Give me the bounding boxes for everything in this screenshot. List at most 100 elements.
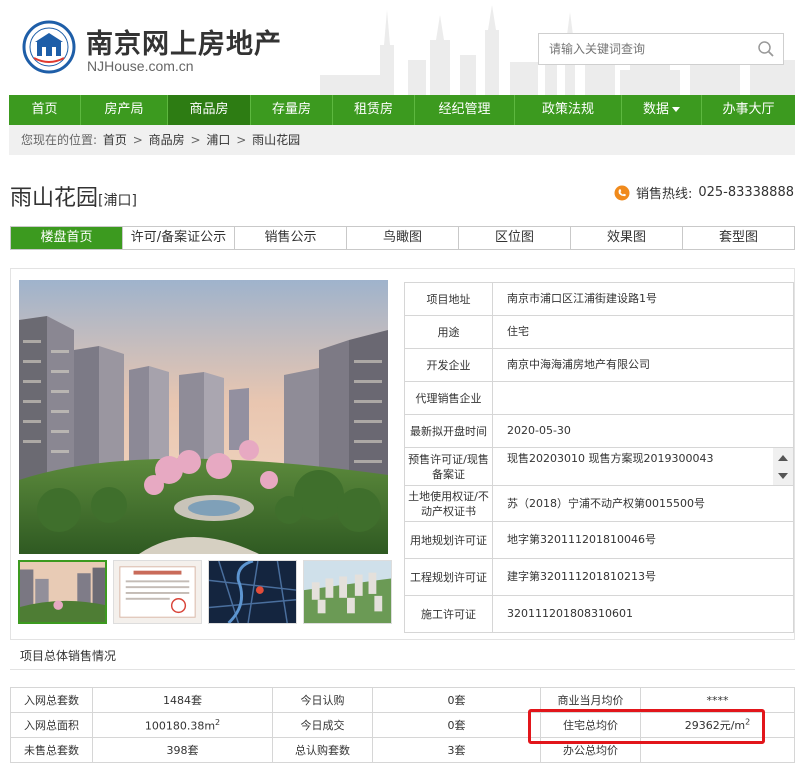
stat-label: 入网总套数 [10,687,93,713]
site-header: 南京网上房地产 NJHouse.com.cn [0,0,800,95]
page-title: 雨山花园[浦口] [10,180,137,212]
project-name: 雨山花园 [10,186,99,211]
info-label: 项目地址 [404,282,493,316]
breadcrumb-home[interactable]: 首页 [103,133,127,147]
info-label: 施工许可证 [404,595,493,633]
tab-project-home[interactable]: 楼盘首页 [11,227,123,249]
sales-summary-title: 项目总体销售情况 [20,649,117,663]
info-value: 现售20203010 现售方案现2019300043 [507,451,714,465]
info-row: 用地规划许可证 地字第320111201810046号 [404,521,794,559]
stat-value: 1484套 [92,687,273,713]
nav-item-service-hall[interactable]: 办事大厅 [702,95,795,125]
info-value-scrollable[interactable]: 现售20203010 现售方案现2019300043 [492,447,794,486]
stat-label: 入网总面积 [10,712,93,738]
breadcrumb: 您现在的位置: 首页 > 商品房 > 浦口 > 雨山花园 [9,125,795,155]
breadcrumb-separator: > [190,133,201,147]
nav-item-data-label: 数据 [642,102,669,117]
stat-label: 总认购套数 [272,737,373,763]
thumbnail-location-map[interactable] [208,560,297,624]
info-row: 项目地址 南京市浦口区江浦街建设路1号 [404,282,794,316]
project-rendering-image [19,280,388,554]
info-value: 南京中海海浦房地产有限公司 [492,348,794,382]
info-row: 用途 住宅 [404,315,794,349]
main-nav: 首页 房产局 商品房 存量房 租赁房 经纪管理 政策法规 数据 办事大厅 [9,95,795,125]
scrollbar[interactable] [773,448,793,485]
info-label: 预售许可证/现售备案证 [404,447,493,486]
info-value [492,381,794,415]
info-row: 代理销售企业 [404,381,794,415]
stat-value: 0套 [372,712,541,738]
nav-item-new-homes[interactable]: 商品房 [168,95,251,125]
stat-value: 0套 [372,687,541,713]
thumbnail-rendering[interactable] [18,560,107,624]
info-value: 建字第320111201810213号 [492,558,794,596]
info-label: 土地使用权证/不动产权证书 [404,485,493,522]
stat-value-sup: 2 [215,717,221,727]
site-logo-emblem [22,20,76,74]
tab-sales-notice[interactable]: 销售公示 [235,227,347,249]
stat-value: 398套 [92,737,273,763]
info-value: 地字第320111201810046号 [492,521,794,559]
stat-label: 未售总套数 [10,737,93,763]
highlight-annotation-box [528,709,765,744]
hotline-label: 销售热线: [635,187,693,202]
project-tabs: 楼盘首页 许可/备案证公示 销售公示 鸟瞰图 区位图 效果图 套型图 [10,226,795,250]
tab-aerial-view[interactable]: 鸟瞰图 [347,227,459,249]
nav-item-rentals[interactable]: 租赁房 [333,95,415,125]
breadcrumb-district[interactable]: 浦口 [206,133,230,147]
stat-label: 今日认购 [272,687,373,713]
info-row: 开发企业 南京中海海浦房地产有限公司 [404,348,794,382]
info-value: 住宅 [492,315,794,349]
nav-item-housing-bureau[interactable]: 房产局 [81,95,168,125]
breadcrumb-current: 雨山花园 [252,133,301,147]
search-box[interactable] [538,33,784,65]
project-info-table: 项目地址 南京市浦口区江浦街建设路1号 用途 住宅 开发企业 南京中海海浦房地产… [404,282,794,633]
scroll-arrows-icon[interactable] [773,448,793,486]
info-label: 开发企业 [404,348,493,382]
info-row: 施工许可证 320111201808310601 [404,595,794,633]
breadcrumb-prefix: 您现在的位置: [21,133,98,147]
info-row: 工程规划许可证 建字第320111201810213号 [404,558,794,596]
stat-label: 今日成交 [272,712,373,738]
site-domain: NJHouse.com.cn [87,58,194,74]
tab-permits[interactable]: 许可/备案证公示 [123,227,235,249]
info-value: 南京市浦口区江浦街建设路1号 [492,282,794,316]
thumbnail-strip [18,560,392,624]
thumbnail-aerial-view[interactable] [303,560,392,624]
nav-item-broker-management[interactable]: 经纪管理 [415,95,515,125]
stat-value: 100180.38m2 [92,712,273,738]
breadcrumb-separator: > [236,133,247,147]
info-row: 最新拟开盘时间 2020-05-30 [404,414,794,448]
site-title: 南京网上房地产 [86,29,282,60]
tab-renderings[interactable]: 效果图 [571,227,683,249]
info-value: 320111201808310601 [492,595,794,633]
project-overview-panel: 项目地址 南京市浦口区江浦街建设路1号 用途 住宅 开发企业 南京中海海浦房地产… [10,268,795,640]
info-label: 代理销售企业 [404,381,493,415]
hotline-number: 025-83338888 [698,185,794,200]
info-label: 用途 [404,315,493,349]
phone-icon [614,185,630,200]
info-value: 苏（2018）宁浦不动产权第0015500号 [492,485,794,522]
info-label: 用地规划许可证 [404,521,493,559]
sales-hotline: 销售热线: 025-83338888 [614,183,794,202]
project-district: [浦口] [98,193,137,209]
search-icon[interactable] [757,40,775,58]
stat-value: 3套 [372,737,541,763]
nav-item-data[interactable]: 数据 [622,95,702,125]
thumbnail-certificate[interactable] [113,560,202,624]
chevron-down-icon [672,107,680,112]
search-input[interactable] [539,34,739,64]
tab-floor-plans[interactable]: 套型图 [683,227,794,249]
nav-item-resale-homes[interactable]: 存量房 [251,95,333,125]
nav-item-home[interactable]: 首页 [9,95,81,125]
stat-value-text: 100180.38m [144,719,216,733]
sales-summary-header: 项目总体销售情况 [10,640,795,670]
info-row: 预售许可证/现售备案证 现售20203010 现售方案现2019300043 [404,447,794,486]
info-row: 土地使用权证/不动产权证书 苏（2018）宁浦不动产权第0015500号 [404,485,794,522]
nav-item-policies[interactable]: 政策法规 [515,95,622,125]
info-label: 工程规划许可证 [404,558,493,596]
info-label: 最新拟开盘时间 [404,414,493,448]
breadcrumb-separator: > [132,133,143,147]
tab-location-map[interactable]: 区位图 [459,227,571,249]
breadcrumb-new-homes[interactable]: 商品房 [149,133,185,147]
